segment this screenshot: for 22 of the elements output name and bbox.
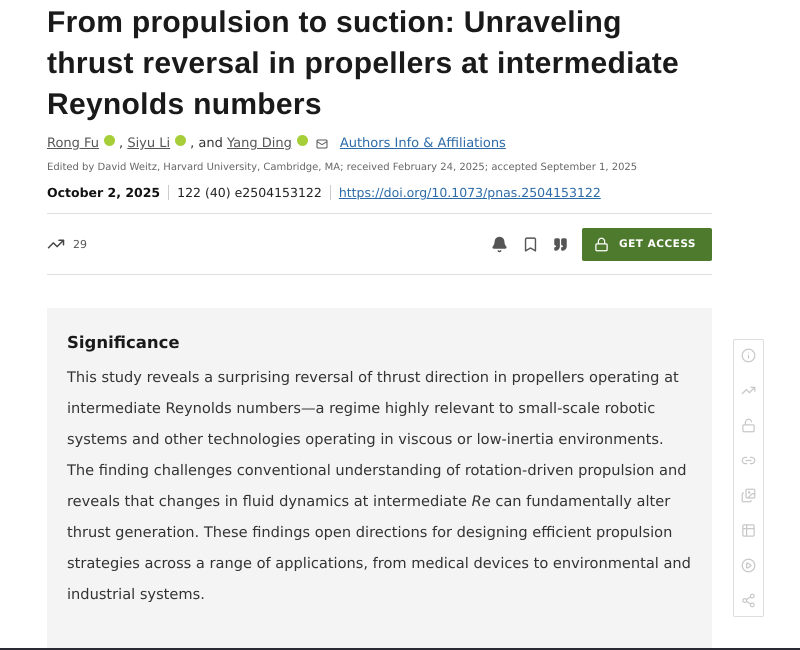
info-icon[interactable] [741,348,756,363]
get-access-button[interactable]: GET ACCESS [582,228,712,260]
edited-note: Edited by David Weitz, Harvard University, Cambridge, MA; received February 24, 2025; accepted September 1, 2025 [47,162,638,173]
tables-icon[interactable] [741,523,756,538]
mail-icon[interactable] [316,138,328,150]
bell-icon[interactable] [491,236,508,252]
author-link[interactable]: Siyu Li [127,136,170,151]
article-title: From propulsion to suction: Unraveling thrust reversal in propellers at intermediate Reynolds numbers [47,5,680,123]
quote-icon[interactable] [553,236,568,252]
publication-date: October 2, 2025 [47,185,170,200]
lock-icon [594,236,610,252]
share-icon[interactable] [741,593,756,608]
doi-link[interactable]: https://doi.org/10.1073/pnas.2504153122 [330,185,601,200]
author-separator: , [119,136,124,151]
metrics-count: 29 [73,238,87,250]
affiliations-link[interactable]: Authors Info & Affiliations [340,136,506,151]
author-link[interactable]: Rong Fu [47,136,100,151]
significance-text: This study reveals a surprising reversal of thrust direction in propellers operating at intermediate Reynolds numbers—a regime highly relevant to small-scale robotic systems and other technologies operating in viscous or low-inertia environments. The finding challenges conventional understanding of rotation-driven propulsion and reveals that changes in fluid dynamics at intermediate Re can fundamentally alter thrust generation. These findings open directions for designing efficient propulsion strategies across a range of applications, from medical devices to environmental and industrial systems. [67,368,692,605]
citation: 122 (40) e2504153122 [169,185,331,200]
author-separator: , and [190,136,224,151]
author-link[interactable]: Yang Ding [226,136,292,151]
significance-heading: Significance [67,333,181,352]
